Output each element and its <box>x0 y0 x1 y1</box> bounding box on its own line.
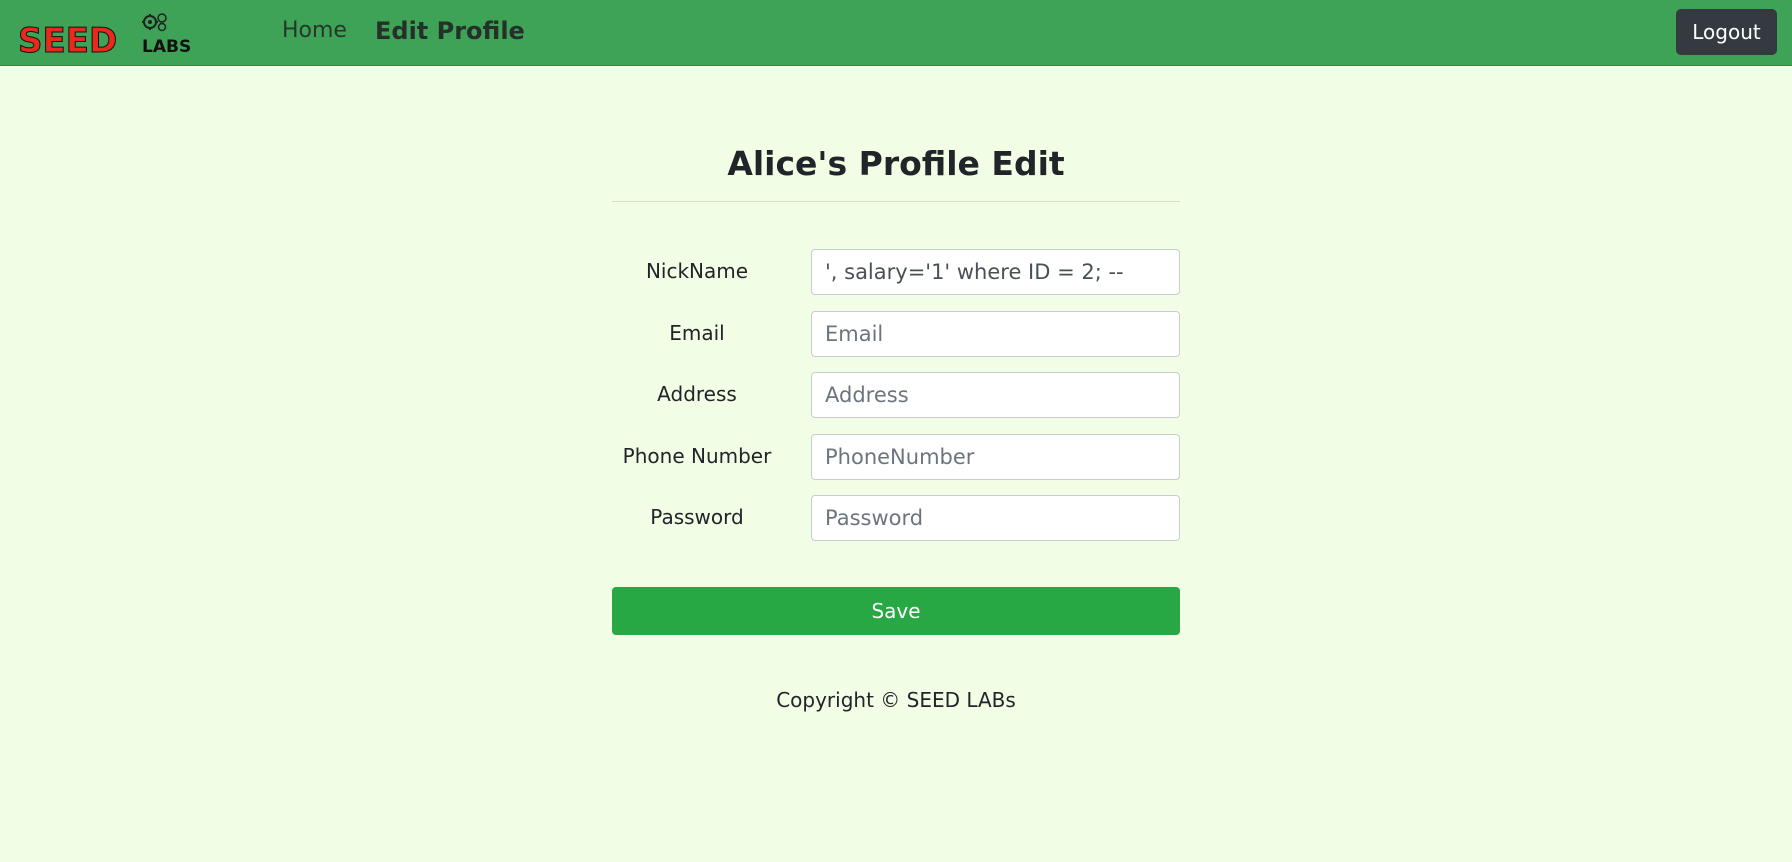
navbar: SEED LABS Home Edit Profile Logout <box>0 0 1792 66</box>
nickname-field[interactable] <box>811 249 1180 295</box>
nav-edit-profile-link[interactable]: Edit Profile <box>375 17 525 45</box>
logo-seed-text: SEED <box>18 21 117 54</box>
seed-labs-logo[interactable]: SEED LABS <box>18 12 218 54</box>
title-divider <box>612 201 1180 202</box>
logo-labs-text: LABS <box>142 37 191 54</box>
save-button[interactable]: Save <box>612 587 1180 635</box>
nav-home-link[interactable]: Home <box>282 18 347 43</box>
address-field[interactable] <box>811 372 1180 418</box>
email-label: Email <box>669 321 725 345</box>
footer-copyright: Copyright © SEED LABs <box>776 688 1016 712</box>
gears-icon <box>142 13 167 32</box>
phone-number-label: Phone Number <box>622 444 772 468</box>
nickname-label: NickName <box>645 259 749 283</box>
address-label: Address <box>657 382 737 406</box>
password-field[interactable] <box>811 495 1180 541</box>
email-field[interactable] <box>811 311 1180 357</box>
logout-button[interactable]: Logout <box>1676 9 1777 55</box>
page-title: Alice's Profile Edit <box>727 144 1065 183</box>
phone-number-field[interactable] <box>811 434 1180 480</box>
seed-labs-logo-graphic: SEED LABS <box>18 13 191 54</box>
password-label: Password <box>650 505 744 529</box>
